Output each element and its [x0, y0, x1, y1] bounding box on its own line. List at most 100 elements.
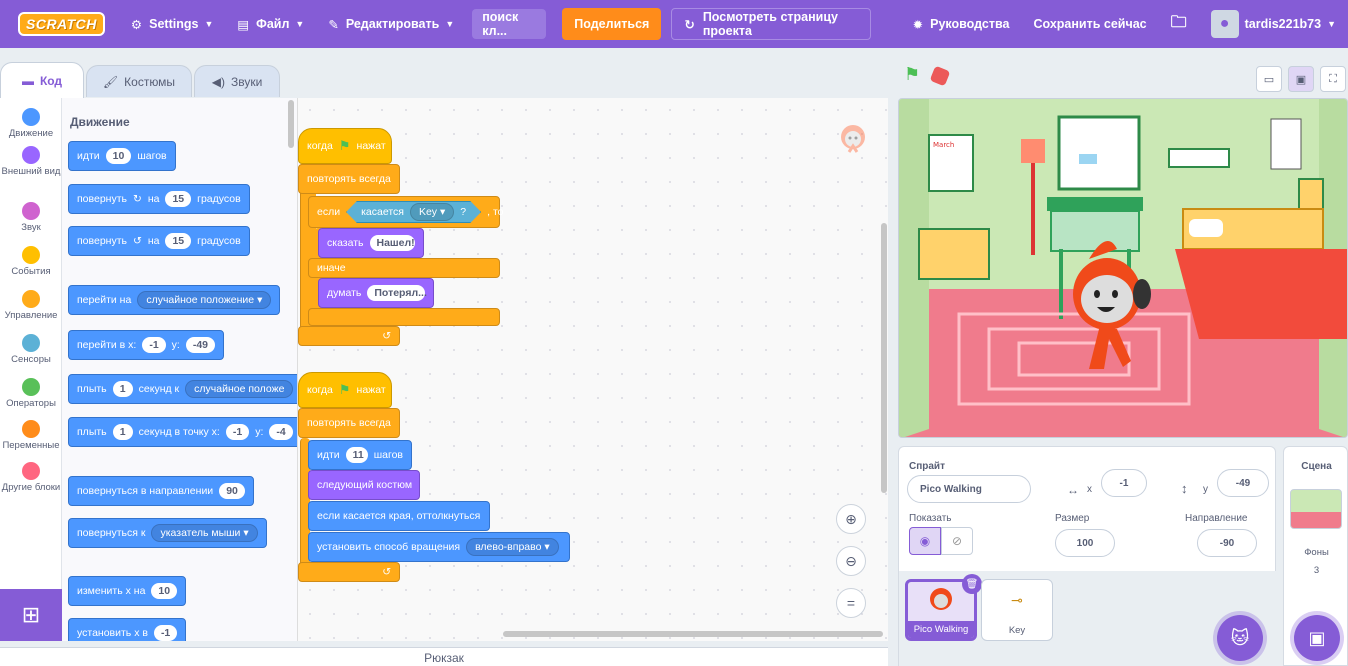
when-flag-clicked-hat[interactable]: когда ⚑ нажат [298, 128, 392, 164]
glide-target-dropdown[interactable]: случайное положе [185, 380, 294, 398]
say-block[interactable]: сказать Нашел! [318, 228, 424, 258]
next-costume-block[interactable]: следующий костюм [308, 470, 420, 500]
fullscreen-button[interactable]: ⛶ [1320, 66, 1346, 92]
tab-sounds[interactable]: ◀) Звуки [194, 65, 280, 97]
settings-menu[interactable]: ⚙ Settings ▼ [119, 0, 225, 48]
script-horizontal-scrollbar[interactable] [503, 631, 883, 637]
category-operators[interactable]: Операторы [0, 378, 62, 409]
sprite-size-input[interactable]: 100 [1055, 529, 1115, 557]
y-input[interactable]: -49 [185, 337, 216, 353]
block-move-steps[interactable]: идти 10 шагов [68, 141, 176, 171]
y-arrows-icon: ↕ [1181, 481, 1188, 496]
category-looks[interactable]: Внешний вид [0, 146, 62, 177]
category-my-blocks[interactable]: Другие блоки [0, 462, 62, 493]
rotation-style-dropdown[interactable]: влево-вправо ▾ [466, 538, 559, 556]
green-flag-icon[interactable]: ⚑ [904, 64, 920, 85]
stop-icon[interactable] [929, 65, 951, 87]
bounce-on-edge-block[interactable]: если касается края, оттолкнуться [308, 501, 490, 531]
seconds-input[interactable]: 1 [112, 424, 133, 440]
tab-code[interactable]: ▬ Код [0, 62, 84, 98]
think-block[interactable]: думать Потерял... [318, 278, 434, 308]
zoom-out-button[interactable]: ⊖ [836, 546, 866, 576]
category-sound[interactable]: Звук [0, 202, 62, 233]
block-glide[interactable]: плыть 1 секунд к случайное положе [68, 374, 297, 404]
script-vertical-scrollbar[interactable] [881, 223, 887, 493]
stage-canvas[interactable]: March [898, 98, 1348, 438]
block-set-x[interactable]: установить х в -1 [68, 618, 187, 641]
backpack-bar[interactable]: Рюкзак [0, 647, 888, 666]
if-else-block[interactable]: если касается Key ▾? , то [308, 196, 503, 228]
sprite-y-input[interactable]: -49 [1217, 469, 1269, 497]
set-x-input[interactable]: -1 [153, 625, 178, 641]
block-text: нажат [356, 140, 386, 152]
project-title-input[interactable]: поиск кл... [472, 9, 547, 39]
category-variables[interactable]: Переменные [0, 420, 62, 451]
direction-input[interactable]: 90 [219, 483, 245, 499]
category-control[interactable]: Управление [0, 290, 62, 321]
think-input[interactable]: Потерял... [367, 285, 427, 301]
tab-costumes[interactable]: 🖌 Костюмы [86, 65, 192, 97]
block-goto[interactable]: перейти на случайное положение ▾ [68, 285, 281, 315]
block-turn-left[interactable]: повернуть ↺ на 15 градусов [68, 226, 250, 256]
choose-sprite-button[interactable]: 🐱 [1217, 615, 1263, 661]
y-input[interactable]: -4 [269, 424, 293, 440]
zoom-in-button[interactable]: ⊕ [836, 504, 866, 534]
account-menu[interactable]: ● tardis221b73 ▼ [1199, 0, 1348, 48]
forever-block[interactable]: повторять всегда [298, 408, 400, 438]
when-flag-clicked-hat[interactable]: когда ⚑ нажат [298, 372, 392, 408]
add-extension-button[interactable]: ⊞ [0, 589, 62, 641]
save-now-button[interactable]: Сохранить сейчас [1021, 0, 1158, 48]
say-input[interactable]: Нашел! [369, 235, 415, 251]
move-steps-input[interactable]: 11 [345, 447, 368, 463]
dropdown-value: Key [418, 206, 438, 218]
sprite-direction-input[interactable]: -90 [1197, 529, 1257, 557]
my-stuff-button[interactable]: 🗀 [1159, 0, 1199, 48]
category-motion[interactable]: Движение [0, 108, 62, 139]
zoom-reset-button[interactable]: = [836, 588, 866, 618]
delete-sprite-button[interactable]: 🗑 [962, 574, 982, 594]
brush-icon: 🖌 [102, 74, 119, 89]
show-visible-button[interactable]: ◉ [909, 527, 941, 555]
show-hidden-button[interactable]: ⊘ [941, 527, 973, 555]
set-rotation-style-block[interactable]: установить способ вращения влево-вправо ▾ [308, 532, 570, 562]
file-icon: ▤ [237, 17, 250, 32]
file-menu[interactable]: ▤ Файл ▼ [225, 0, 316, 48]
degrees-input[interactable]: 15 [165, 191, 192, 207]
point-target-dropdown[interactable]: указатель мыши ▾ [151, 524, 258, 542]
stage-selector[interactable]: Сцена Фоны 3 ▣ [1283, 446, 1348, 666]
sprite-name-input[interactable]: Pico Walking [907, 475, 1031, 503]
share-button[interactable]: Поделиться [562, 8, 662, 40]
touching-target-dropdown[interactable]: Key ▾ [409, 203, 455, 221]
block-goto-xy[interactable]: перейти в x: -1 y: -49 [68, 330, 225, 360]
block-change-x[interactable]: изменить х на 10 [68, 576, 187, 606]
small-stage-button[interactable]: ▭ [1256, 66, 1282, 92]
edit-label: Редактировать [345, 17, 440, 31]
x-input[interactable]: -1 [225, 424, 250, 440]
steps-input[interactable]: 10 [105, 148, 132, 164]
edit-menu[interactable]: ✎ Редактировать ▼ [316, 0, 466, 48]
touching-condition[interactable]: касается Key ▾? [346, 201, 482, 223]
palette-scrollbar[interactable] [288, 100, 294, 148]
goto-target-dropdown[interactable]: случайное положение ▾ [137, 291, 272, 309]
x-input[interactable]: -1 [142, 337, 166, 353]
change-x-input[interactable]: 10 [151, 583, 178, 599]
block-point-direction[interactable]: повернуться в направлении 90 [68, 476, 254, 506]
see-project-page-button[interactable]: ↻ Посмотреть страницу проекта [671, 8, 871, 40]
scratch-logo[interactable]: SCRATCH [18, 12, 105, 36]
block-turn-right[interactable]: повернуть ↻ на 15 градусов [68, 184, 250, 214]
choose-backdrop-button[interactable]: ▣ [1294, 615, 1340, 661]
degrees-input[interactable]: 15 [165, 233, 192, 249]
sprite-thumbnail-key[interactable]: ⊸ Key [981, 579, 1053, 641]
block-glide-xy[interactable]: плыть 1 секунд в точку x: -1 y: -4 [68, 417, 297, 447]
normal-stage-icon: ▣ [1295, 73, 1307, 86]
block-point-towards[interactable]: повернуться к указатель мыши ▾ [68, 518, 267, 548]
sprite-x-input[interactable]: -1 [1101, 469, 1147, 497]
move-block[interactable]: идти 11 шагов [308, 440, 412, 470]
category-sensing[interactable]: Сенсоры [0, 334, 62, 365]
category-events[interactable]: События [0, 246, 62, 277]
forever-block[interactable]: повторять всегда [298, 164, 400, 194]
seconds-input[interactable]: 1 [112, 381, 133, 397]
tutorials-button[interactable]: ✹ Руководства [901, 0, 1022, 48]
normal-stage-button[interactable]: ▣ [1288, 66, 1314, 92]
sprite-thumbnail-pico-walking[interactable]: Pico Walking 🗑 [905, 574, 982, 641]
